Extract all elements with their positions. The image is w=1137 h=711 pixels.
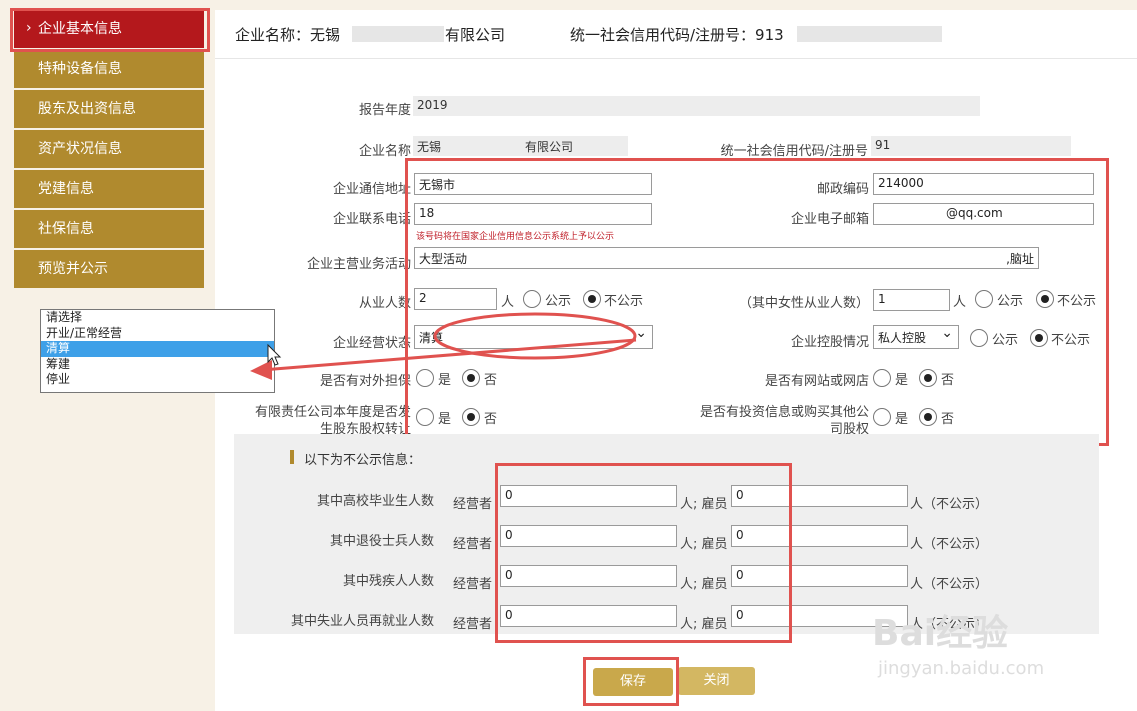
baidu-watermark-url: jingyan.baidu.com [878, 658, 1045, 679]
baidu-watermark-logo: Bai经验 [872, 613, 1009, 654]
status-highlight-ellipse [433, 312, 637, 360]
annotation-arrow-head [250, 360, 272, 380]
